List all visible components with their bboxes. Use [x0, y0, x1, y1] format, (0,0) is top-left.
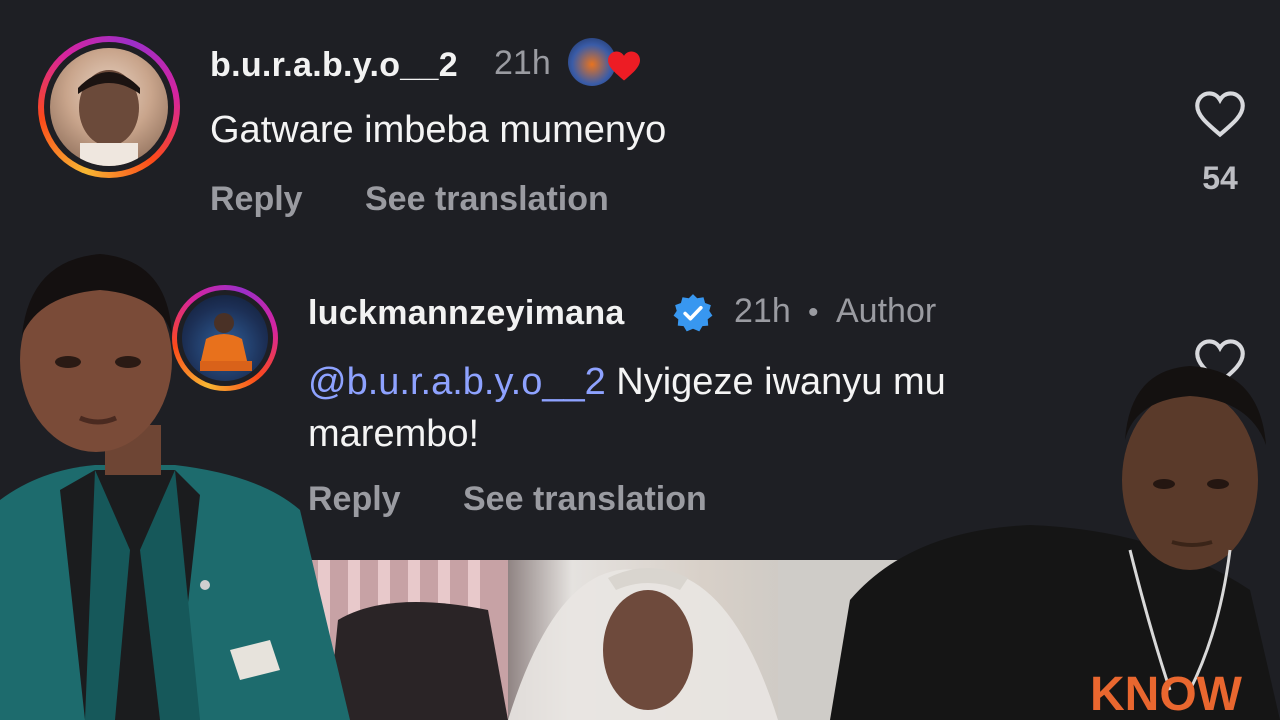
comment-time: 21h [494, 44, 551, 82]
see-translation-button[interactable]: See translation [365, 180, 609, 219]
heart-outline-icon[interactable] [1194, 90, 1246, 138]
svg-text:KNOW: KNOW [1090, 668, 1243, 720]
verified-badge-icon [673, 294, 713, 332]
person-photo-right: KNOW [830, 360, 1280, 720]
comment-text: Gatware imbeba mumenyo [210, 109, 667, 151]
separator-dot: • [808, 296, 819, 329]
comment-username[interactable]: luckmannzeyimana [308, 294, 625, 333]
avatar[interactable] [50, 48, 168, 166]
comment-time: 21h [734, 292, 791, 330]
heart-filled-icon [608, 51, 640, 81]
see-translation-button[interactable]: See translation [463, 480, 707, 519]
screenshot-canvas: b.u.r.a.b.y.o__2 21h Gatware imbeba mume… [0, 0, 1280, 720]
person-photo-left [0, 250, 350, 720]
author-badge: Author [836, 292, 937, 330]
reply-button[interactable]: Reply [210, 180, 303, 219]
comment-username[interactable]: b.u.r.a.b.y.o__2 [210, 46, 458, 85]
like-count: 54 [1202, 160, 1238, 196]
mention-link[interactable]: @b.u.r.a.b.y.o__2 [308, 361, 606, 403]
